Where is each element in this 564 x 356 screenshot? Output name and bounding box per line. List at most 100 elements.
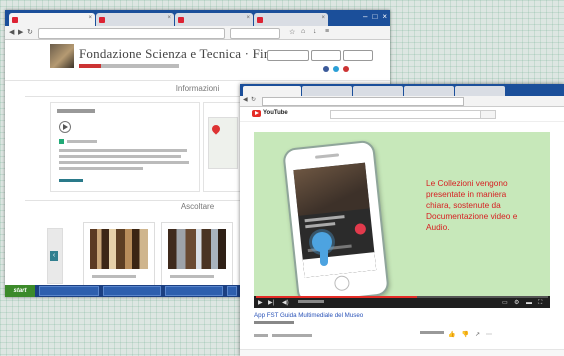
minimize-icon[interactable]: – [363,12,367,22]
bookmark-icon[interactable]: ☆ [289,28,295,36]
search-input[interactable] [330,110,482,119]
info-card-title [57,109,95,113]
volume-icon[interactable]: ◀) [282,299,289,307]
captions-icon[interactable]: ▭ [502,299,508,307]
tab-2[interactable]: × [96,13,174,26]
tab[interactable] [302,86,352,96]
site-logo[interactable] [50,44,74,68]
info-text-line [59,167,143,170]
tab-bar [240,84,564,96]
taskbar-item[interactable] [227,286,237,296]
more-icon[interactable]: ⋯ [486,331,492,338]
phone-text-line [305,222,336,229]
tab-3[interactable]: × [175,13,253,26]
favicon-icon [257,17,263,23]
site-title: Fondazione Scienza e Tecnica · Firenze [79,46,293,61]
back-icon[interactable]: ◀ [9,28,14,36]
phone-bottom-bar [302,252,377,278]
gallery-caption [170,275,214,278]
like-icon[interactable]: 👍 [448,331,455,338]
home-icon[interactable]: ⌂ [301,28,305,35]
close-icon[interactable]: × [321,15,325,21]
menu-icon[interactable]: ≡ [325,28,329,35]
brand-name: YouTube [263,110,288,116]
subscribe-pill[interactable] [254,334,268,337]
dislike-icon[interactable]: 👎 [461,331,468,338]
progress-fill [256,296,417,298]
phone-home-button [333,274,351,292]
url-input[interactable] [38,28,225,39]
info-link[interactable] [59,179,83,182]
fullscreen-icon[interactable]: ⛶ [538,299,542,307]
video-meta [272,334,312,337]
header-button-1[interactable] [267,50,309,61]
nav-bar: ◀ ↻ [240,96,564,107]
badge-icon [59,139,64,144]
header-button-2[interactable] [311,50,341,61]
gallery-caption [92,275,136,278]
close-icon[interactable]: × [246,15,250,21]
header-button-3[interactable] [343,50,373,61]
touch-hand-icon [312,232,332,266]
map-thumbnail[interactable] [208,117,238,169]
view-count [420,331,444,334]
info-text-line [59,149,187,152]
video-title[interactable]: App FST Guida Multimediale del Museo [254,312,363,319]
start-button[interactable]: start [5,285,35,297]
maximize-icon[interactable]: □ [372,12,377,22]
forward-icon[interactable]: ▶ [18,28,23,36]
youtube-logo-icon[interactable] [252,110,261,117]
youtube-icon[interactable] [343,66,349,72]
window-controls: – □ × [363,12,387,22]
tab-active[interactable] [243,86,301,96]
site-header: Fondazione Scienza e Tecnica · Firenze [5,40,390,81]
nav-bar: ◀ ▶ ↻ ☆ ⌂ ↓ ≡ [5,26,390,40]
favicon-icon [178,17,184,23]
url-input[interactable] [262,97,464,106]
video-player[interactable]: Le Collezioni vengono presentate in mani… [254,132,550,296]
play-icon[interactable]: ▶ [258,299,263,307]
favicon-icon [99,17,105,23]
front-browser-window: ◀ ↻ YouTube Le Collezioni vengono presen… [240,84,564,356]
gallery-card[interactable] [83,222,155,288]
share-icon[interactable]: ↗ [475,331,480,338]
close-window-icon[interactable]: × [382,12,387,22]
reload-icon[interactable]: ↻ [251,96,256,103]
tab[interactable] [404,86,454,96]
video-actions: 👍 👎 ↗ ⋯ [448,331,492,338]
twitter-icon[interactable] [333,66,339,72]
site-subtitle-highlight [79,64,101,68]
download-icon[interactable]: ↓ [313,28,317,35]
settings-icon[interactable]: ⚙ [514,299,519,307]
phone-screen-image [293,162,370,216]
info-text-line [59,155,181,158]
tab[interactable] [353,86,403,96]
time-display [298,300,324,303]
page-footer [240,349,564,356]
phone-screen [293,162,377,278]
taskbar-item[interactable] [165,286,223,296]
search-input[interactable] [230,28,280,39]
close-icon[interactable]: × [167,15,171,21]
arrow-left-icon[interactable]: ‹ [50,251,58,261]
facebook-icon[interactable] [323,66,329,72]
next-icon[interactable]: ▶| [268,299,274,307]
info-text-line [67,140,97,143]
search-button[interactable] [480,110,496,119]
gallery-card[interactable] [161,222,233,288]
play-icon[interactable] [59,121,71,133]
tab[interactable] [455,86,505,96]
back-icon[interactable]: ◀ [243,96,248,103]
reload-icon[interactable]: ↻ [27,28,33,36]
taskbar-item[interactable] [103,286,161,296]
tab-4[interactable]: × [254,13,328,26]
tab-bar: × × × × – □ × [5,10,390,26]
phone-speaker [314,153,340,159]
phone-record-icon [354,222,367,236]
channel-name[interactable] [254,321,294,324]
tab-1[interactable]: × [9,13,95,26]
theater-icon[interactable]: ▬ [526,299,532,307]
close-icon[interactable]: × [88,15,92,21]
progress-bar[interactable] [256,296,548,298]
taskbar-item[interactable] [39,286,99,296]
